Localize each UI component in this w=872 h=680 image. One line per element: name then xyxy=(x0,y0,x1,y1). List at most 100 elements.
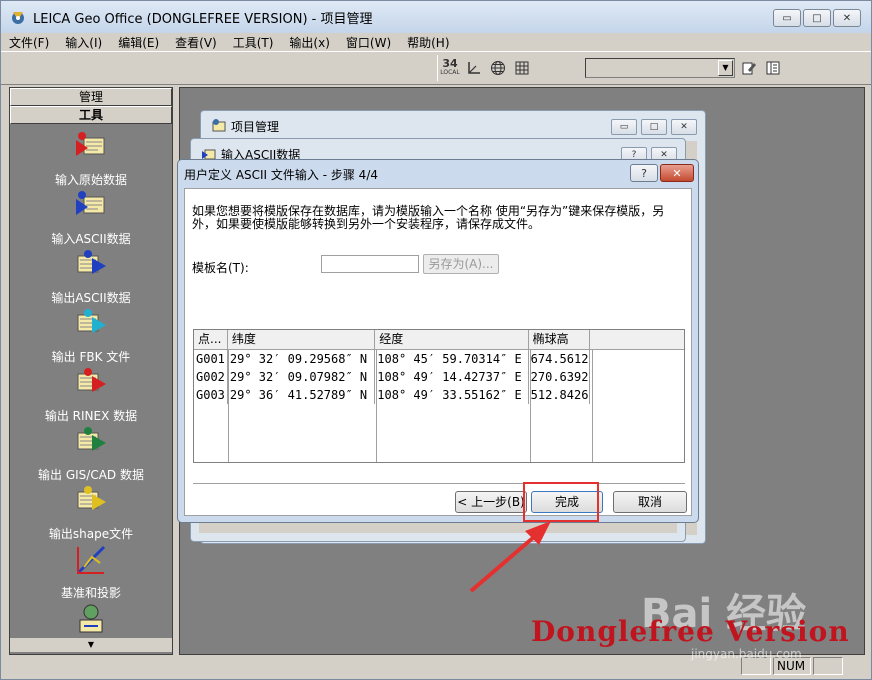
column-divider xyxy=(592,350,593,462)
cell-height: 512.8426 xyxy=(530,386,591,404)
panel-header-manage[interactable]: 管理 xyxy=(10,88,172,106)
donglefree-watermark: Donglefree Version xyxy=(531,615,850,648)
cell-empty xyxy=(590,368,684,386)
tool-label: 输入ASCII数据 xyxy=(51,232,131,246)
toolbar-edit-button[interactable] xyxy=(738,57,760,79)
table-row: G002 29° 32′ 09.07982″ N 108° 49′ 14.427… xyxy=(194,368,684,386)
close-icon: ✕ xyxy=(842,12,852,24)
tool-label: 输出ASCII数据 xyxy=(51,291,131,305)
dialog-description: 如果您想要将模版保存在数据库，请为模版输入一个名称 使用“另存为”键来保存模版，… xyxy=(192,204,665,231)
window-controls: ▭ □ ✕ xyxy=(773,9,861,27)
datum-projection-icon xyxy=(76,545,106,575)
cell-height: 270.6392 xyxy=(530,368,591,386)
panel-scroll-down-button[interactable]: ▼ xyxy=(10,638,172,652)
tool-label: 输出 RINEX 数据 xyxy=(44,409,138,423)
template-name-label: 模板名(T): xyxy=(192,261,249,275)
close-button[interactable]: ✕ xyxy=(833,9,861,27)
export-rinex-icon xyxy=(77,368,106,392)
tool-label: 输出 FBK 文件 xyxy=(51,350,131,364)
window-title: LEICA Geo Office (DONGLEFREE VERSION) - … xyxy=(33,11,373,27)
resize-grip-icon[interactable] xyxy=(845,657,867,675)
table-row: G001 29° 32′ 09.29568″ N 108° 45′ 59.703… xyxy=(194,350,684,368)
column-divider xyxy=(376,350,377,462)
cell-longitude: 108° 49′ 33.55162″ E xyxy=(375,386,529,404)
header-latitude[interactable]: 纬度 xyxy=(228,330,376,349)
back-button[interactable]: < 上一步(B) xyxy=(455,491,527,513)
tool-label: 基准和投影 xyxy=(60,586,121,600)
panel-header-tools[interactable]: 工具 xyxy=(10,106,172,124)
project-window-controls: ▭ □ ✕ xyxy=(611,119,697,135)
toolbar-grid-button[interactable] xyxy=(511,57,533,79)
header-empty xyxy=(590,330,684,349)
tool-export-fbk[interactable]: 输出 FBK 文件 xyxy=(10,307,172,365)
toolbar-34-label: 34 xyxy=(442,57,458,70)
column-divider xyxy=(530,350,531,462)
tool-export-ascii[interactable]: 输出ASCII数据 xyxy=(10,248,172,306)
pointer-arrow-icon xyxy=(469,521,551,593)
project-window-icon xyxy=(212,119,226,132)
tool-export-gis-cad[interactable]: 输出 GIS/CAD 数据 xyxy=(10,425,172,483)
toolbar: 34 LOCAL ▼ xyxy=(1,51,871,85)
cell-empty xyxy=(590,386,684,404)
toolbar-34-button[interactable]: 34 LOCAL xyxy=(439,57,461,79)
maximize-button[interactable]: □ xyxy=(803,9,831,27)
header-longitude[interactable]: 经度 xyxy=(375,330,529,349)
maximize-icon: □ xyxy=(649,122,659,132)
left-tool-panel: 管理 工具 输入原始数据 输入ASCII数据 输出ASCII数据 输出 FBK … xyxy=(9,87,173,655)
tool-import-ascii[interactable]: 输入ASCII数据 xyxy=(10,189,172,247)
app-window: LEICA Geo Office (DONGLEFREE VERSION) - … xyxy=(0,0,872,680)
export-gis-cad-icon xyxy=(77,427,106,451)
cell-height: 674.5612 xyxy=(530,350,591,368)
dialog-close-button[interactable]: ✕ xyxy=(660,164,694,182)
cell-longitude: 108° 45′ 59.70314″ E xyxy=(375,350,529,368)
toolbar-properties-button[interactable] xyxy=(762,57,784,79)
toolbar-globe-button[interactable] xyxy=(487,57,509,79)
menu-file[interactable]: 文件(F) xyxy=(1,34,57,51)
project-close-button[interactable]: ✕ xyxy=(671,119,697,135)
project-maximize-button[interactable]: □ xyxy=(641,119,667,135)
minimize-icon: ▭ xyxy=(782,12,792,24)
cancel-button[interactable]: 取消 xyxy=(613,491,687,513)
header-ellipsoid-height[interactable]: 椭球高 xyxy=(529,330,591,349)
tool-next[interactable] xyxy=(10,602,172,643)
dialog-title: 用户定义 ASCII 文件输入 - 步骤 4/4 xyxy=(184,167,378,182)
toolbar-group-coords: 34 LOCAL xyxy=(437,55,534,81)
menu-window[interactable]: 窗口(W) xyxy=(338,34,399,51)
menu-tools[interactable]: 工具(T) xyxy=(225,34,282,51)
dialog-separator xyxy=(193,483,685,485)
save-as-button[interactable]: 另存为(A)... xyxy=(423,254,499,274)
toolbar-axis-button[interactable] xyxy=(463,57,485,79)
ascii-wizard-dialog: 用户定义 ASCII 文件输入 - 步骤 4/4 ? ✕ 如果您想要将模版保存在… xyxy=(177,159,699,523)
export-shape-icon xyxy=(77,486,106,510)
menu-bar: 文件(F) 输入(I) 编辑(E) 查看(V) 工具(T) 输出(x) 窗口(W… xyxy=(1,33,871,51)
tool-export-shape[interactable]: 输出shape文件 xyxy=(10,484,172,542)
tool-label: 输出 GIS/CAD 数据 xyxy=(38,468,144,482)
baidu-watermark-url: jingyan.baidu.com xyxy=(691,647,802,661)
cell-empty xyxy=(590,350,684,368)
template-name-input[interactable] xyxy=(321,255,419,273)
cell-point: G003 xyxy=(194,386,228,404)
menu-edit[interactable]: 编辑(E) xyxy=(110,34,167,51)
cell-latitude: 29° 36′ 41.52789″ N xyxy=(228,386,376,404)
tool-import-raw[interactable]: 输入原始数据 xyxy=(10,130,172,188)
tool-datum-projection[interactable]: 基准和投影 xyxy=(10,543,172,601)
header-point[interactable]: 点... xyxy=(194,330,228,349)
dialog-controls: ? ✕ xyxy=(630,164,694,182)
menu-import[interactable]: 输入(I) xyxy=(57,34,110,51)
menu-view[interactable]: 查看(V) xyxy=(167,34,225,51)
minimize-button[interactable]: ▭ xyxy=(773,9,801,27)
menu-export[interactable]: 输出(x) xyxy=(281,34,337,51)
toolbar-combo[interactable]: ▼ xyxy=(585,58,735,78)
tool-export-rinex[interactable]: 输出 RINEX 数据 xyxy=(10,366,172,424)
dialog-help-button[interactable]: ? xyxy=(630,164,658,182)
menu-help[interactable]: 帮助(H) xyxy=(399,34,457,51)
chevron-down-icon[interactable]: ▼ xyxy=(718,60,733,76)
cell-point: G001 xyxy=(194,350,228,368)
properties-icon xyxy=(766,61,780,75)
table-header: 点... 纬度 经度 椭球高 xyxy=(194,330,684,350)
import-raw-icon xyxy=(76,132,105,156)
dialog-body: 如果您想要将模版保存在数据库，请为模版输入一个名称 使用“另存为”键来保存模版，… xyxy=(184,188,692,516)
project-minimize-button[interactable]: ▭ xyxy=(611,119,637,135)
project-window-title: 项目管理 xyxy=(231,119,280,134)
maximize-icon: □ xyxy=(812,12,822,24)
